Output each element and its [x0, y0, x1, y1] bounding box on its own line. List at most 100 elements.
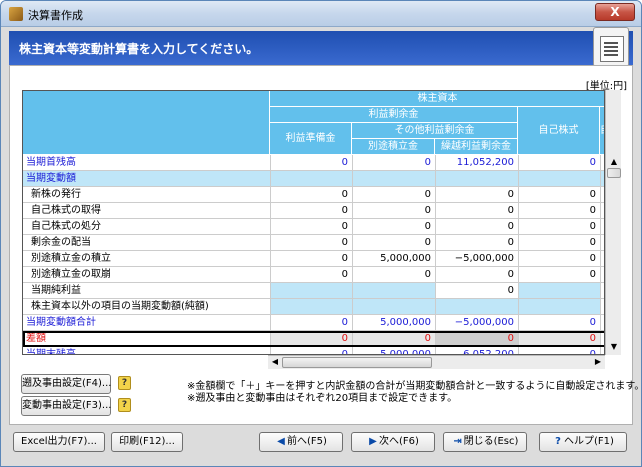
row-label: 別途積立金の取崩: [23, 267, 270, 283]
next-label: 次へ(F6): [379, 436, 419, 447]
amount-cell[interactable]: 0: [518, 235, 600, 251]
app-icon: [9, 7, 23, 21]
amount-cell[interactable]: 0: [435, 187, 518, 203]
row-label: 剰余金の配当: [23, 235, 270, 251]
amount-cell: 0: [518, 347, 600, 354]
amount-cell: 5,000,000: [352, 315, 435, 331]
amount-cell[interactable]: 0: [435, 219, 518, 235]
amount-cell: [352, 171, 435, 187]
vertical-scrollbar[interactable]: ▲ ▼: [605, 90, 621, 355]
help-label: ヘルプ(F1): [564, 436, 614, 447]
amount-cell: 0: [352, 155, 435, 171]
retro-setting-button[interactable]: 遡及事由設定(F4)...: [21, 374, 111, 394]
row-label: 当期変動額: [23, 171, 270, 187]
header-retained-earnings: 利益剰余金: [270, 107, 518, 123]
instruction-text: 株主資本等変動計算書を入力してください。: [19, 42, 259, 56]
scroll-down-icon[interactable]: ▼: [608, 341, 620, 353]
amount-cell[interactable]: 0: [435, 235, 518, 251]
amount-cell[interactable]: −5,000,000: [435, 251, 518, 267]
amount-cell: [435, 299, 518, 315]
row-label: 別途積立金の積立: [23, 251, 270, 267]
excel-export-button[interactable]: Excel出力(F7)...: [13, 432, 105, 452]
amount-cell[interactable]: 0: [270, 203, 352, 219]
vertical-scroll-thumb[interactable]: [607, 168, 621, 178]
amount-cell: [518, 299, 600, 315]
row-label: 株主資本以外の項目の当期変動額(純額): [23, 299, 270, 315]
amount-cell[interactable]: 0: [352, 267, 435, 283]
change-setting-button[interactable]: 変動事由設定(F3)...: [21, 396, 111, 416]
row-label: 新株の発行: [23, 187, 270, 203]
close-button[interactable]: ⇥ 閉じる(Esc): [443, 432, 527, 452]
amount-cell: [270, 299, 352, 315]
close-label: 閉じる(Esc): [463, 436, 519, 447]
horizontal-scroll-thumb[interactable]: [282, 357, 432, 368]
print-button[interactable]: 印刷(F12)...: [111, 432, 183, 452]
amount-cell: [270, 283, 352, 299]
amount-cell[interactable]: 0: [435, 203, 518, 219]
scroll-right-icon[interactable]: ▶: [592, 356, 604, 368]
amount-cell[interactable]: 0: [270, 219, 352, 235]
next-button[interactable]: ▶ 次へ(F6): [351, 432, 435, 452]
amount-cell[interactable]: 0: [435, 267, 518, 283]
door-icon: ⇥: [453, 436, 462, 447]
header-shareholders-equity: 株主資本: [270, 91, 604, 107]
header-treasury-stock: 自己株式: [518, 107, 600, 155]
close-window-button[interactable]: X: [595, 3, 635, 21]
amount-cell[interactable]: 0: [435, 283, 518, 299]
amount-cell: 11,052,200: [435, 155, 518, 171]
row-label: 差額: [23, 331, 270, 347]
amount-cell[interactable]: 0: [352, 203, 435, 219]
change-help-icon[interactable]: ?: [118, 398, 131, 412]
amount-cell: 0: [352, 331, 435, 347]
title-bar: 決算書作成 X: [1, 1, 641, 27]
instruction-header: 株主資本等変動計算書を入力してください。: [9, 27, 633, 67]
row-label: 当期首残高: [23, 155, 270, 171]
header-other-retained: その他利益剰余金: [352, 123, 518, 139]
row-header-corner: [23, 91, 270, 155]
amount-cell[interactable]: 0: [270, 235, 352, 251]
amount-cell[interactable]: 0: [270, 267, 352, 283]
amount-cell: 6,052,200: [435, 347, 518, 354]
scroll-up-icon[interactable]: ▲: [608, 156, 620, 168]
amount-cell[interactable]: 0: [518, 187, 600, 203]
horizontal-scrollbar[interactable]: ◀ ▶: [268, 355, 605, 369]
row-label: 自己株式の処分: [23, 219, 270, 235]
amount-cell: 0: [270, 347, 352, 354]
amount-cell: 0: [518, 331, 600, 347]
amount-cell[interactable]: 0: [352, 219, 435, 235]
amount-cell[interactable]: 0: [352, 187, 435, 203]
amount-cell[interactable]: 0: [518, 267, 600, 283]
statement-grid: 株主資本 利益剰余金 自己株式 自 利益準備金 その他利益剰余金 別途積立金 繰…: [22, 90, 605, 355]
document-icon: [593, 27, 629, 67]
help-button[interactable]: ? ヘルプ(F1): [539, 432, 627, 452]
amount-cell[interactable]: 0: [352, 235, 435, 251]
prev-button[interactable]: ◀ 前へ(F5): [259, 432, 343, 452]
row-label: 自己株式の取得: [23, 203, 270, 219]
header-legal-reserve: 利益準備金: [270, 123, 352, 155]
header-retained-carried: 繰越利益剰余金: [435, 139, 518, 155]
amount-cell: [435, 171, 518, 187]
left-arrow-icon: ◀: [277, 436, 285, 447]
window-title: 決算書作成: [28, 9, 83, 22]
prev-label: 前へ(F5): [287, 436, 327, 447]
amount-cell: [518, 171, 600, 187]
scroll-left-icon[interactable]: ◀: [269, 356, 281, 368]
amount-cell[interactable]: 0: [518, 203, 600, 219]
help-icon: ?: [555, 436, 561, 447]
amount-cell: 0: [435, 331, 518, 347]
header-separate-reserve: 別途積立金: [352, 139, 435, 155]
right-arrow-icon: ▶: [369, 436, 377, 447]
row-label: 当期純利益: [23, 283, 270, 299]
amount-cell[interactable]: 0: [270, 251, 352, 267]
amount-cell: [352, 283, 435, 299]
amount-cell[interactable]: 0: [518, 219, 600, 235]
amount-cell[interactable]: 5,000,000: [352, 251, 435, 267]
amount-cell: 0: [518, 315, 600, 331]
amount-cell[interactable]: 0: [518, 251, 600, 267]
amount-cell[interactable]: 0: [270, 187, 352, 203]
amount-cell: 0: [518, 155, 600, 171]
amount-cell: 0: [270, 155, 352, 171]
retro-help-icon[interactable]: ?: [118, 376, 131, 390]
row-label: 当期変動額合計: [23, 315, 270, 331]
amount-cell: [518, 283, 600, 299]
